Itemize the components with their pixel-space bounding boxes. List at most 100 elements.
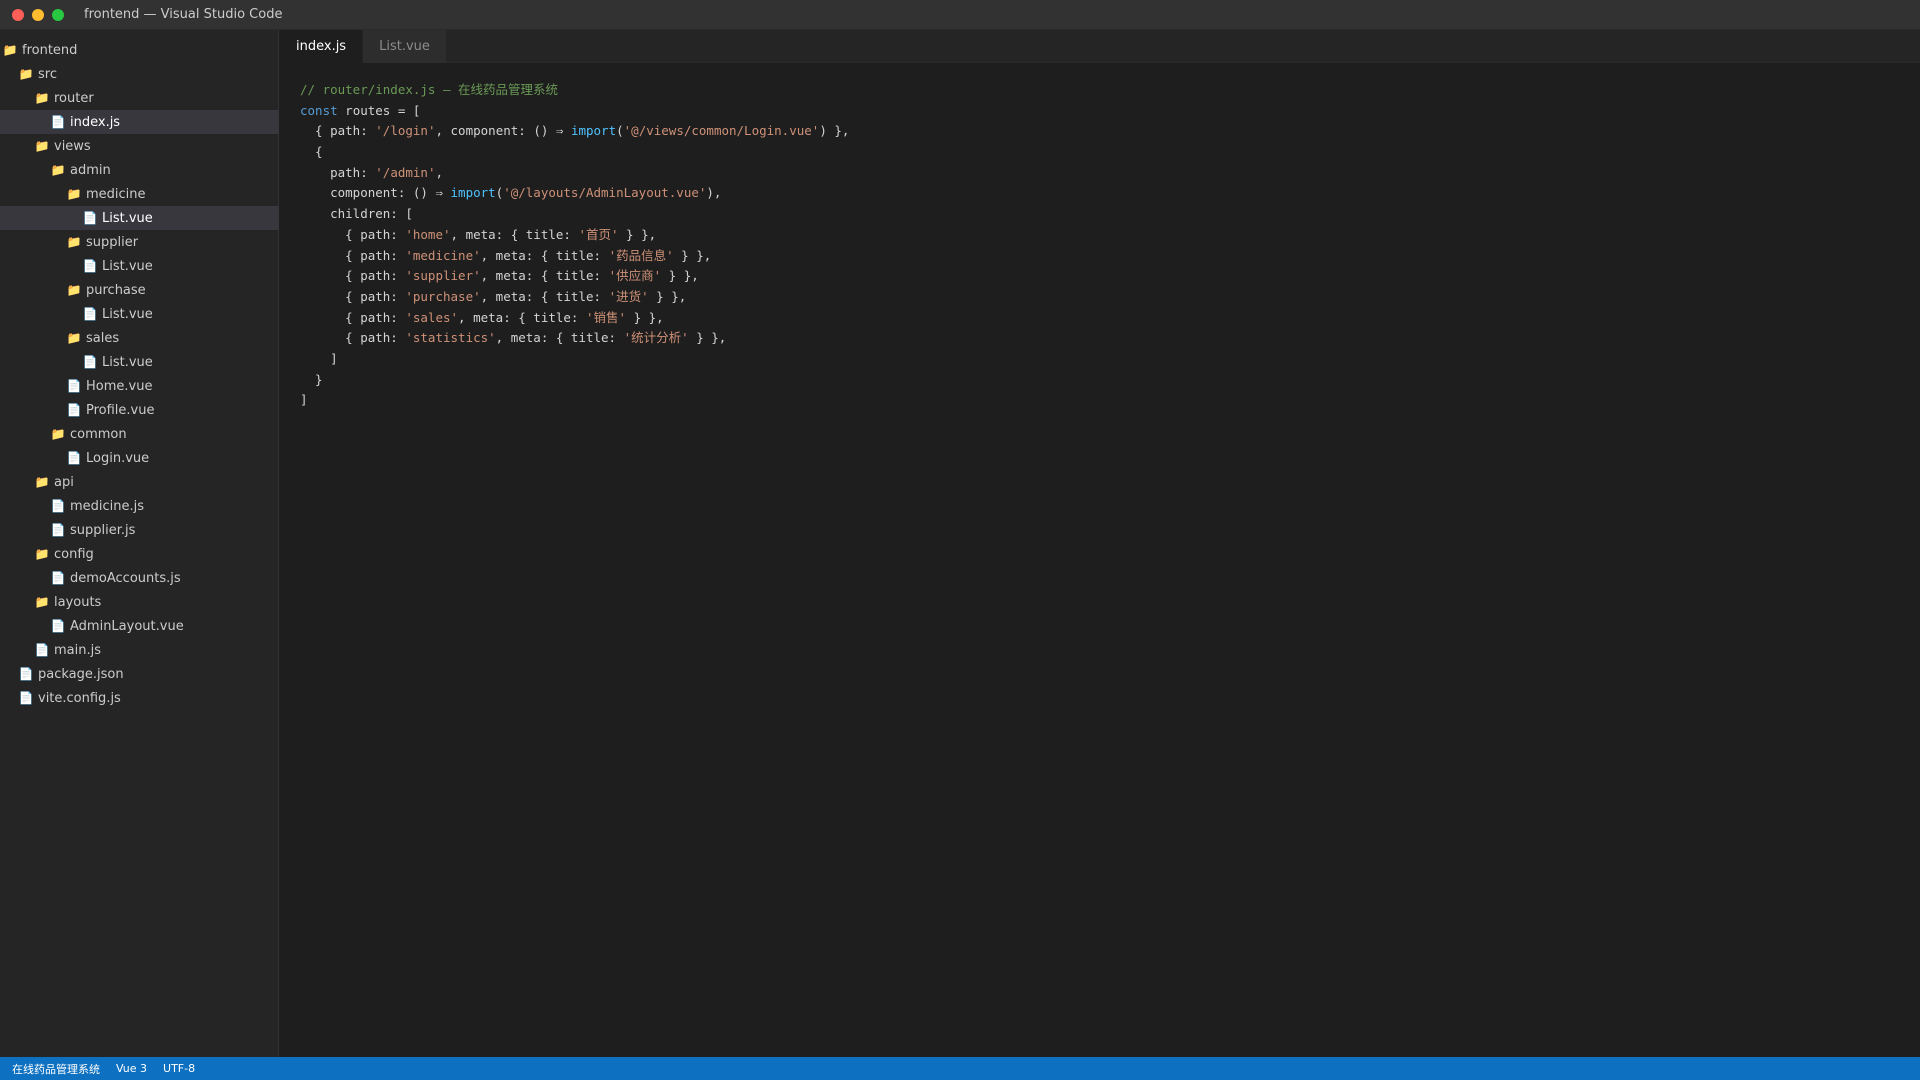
code-token: const — [300, 102, 338, 118]
code-token: { path: — [300, 268, 406, 284]
code-token: import — [570, 123, 617, 139]
explorer-file[interactable]: 📄 Home.vue — [0, 374, 279, 398]
folder-icon: 📁 — [18, 67, 34, 81]
code-token: '销售' — [585, 309, 627, 325]
code-line: { path: 'sales', meta: { title: '销售' } }… — [300, 308, 849, 329]
code-token: , meta: { title: — [495, 330, 624, 346]
code-line: { path: 'home', meta: { title: '首页' } }, — [300, 225, 849, 246]
status-encoding[interactable]: UTF-8 — [163, 1062, 195, 1075]
code-token: } }, — [648, 288, 687, 304]
close-window-button[interactable] — [12, 9, 24, 21]
code-token: '首页' — [578, 226, 619, 242]
code-line: component: () ⇒ import('@/layouts/AdminL… — [300, 183, 849, 204]
explorer-sidebar: 📁 frontend 📁 src 📁 router 📄 index.js 📁 views 📁 admi… — [0, 30, 279, 1057]
explorer-file[interactable]: 📄 List.vue — [0, 254, 279, 278]
explorer-folder[interactable]: 📁 layouts — [0, 590, 279, 614]
maximize-window-button[interactable] — [52, 9, 64, 21]
explorer-folder[interactable]: 📁 medicine — [0, 182, 279, 206]
explorer-folder[interactable]: 📁 views — [0, 134, 279, 158]
explorer-file[interactable]: 📄 demoAccounts.js — [0, 566, 279, 590]
code-token: '药品信息' — [608, 247, 674, 263]
code-token: { — [300, 144, 323, 160]
folder-icon: 📁 — [66, 187, 82, 201]
code-token: , meta: { title: — [480, 268, 609, 284]
code-token: } }, — [618, 226, 657, 242]
explorer-folder[interactable]: 📁 sales — [0, 326, 279, 350]
editor-tab[interactable]: index.js — [280, 30, 364, 63]
folder-icon: 📁 — [66, 331, 82, 345]
file-icon: 📄 — [50, 499, 66, 513]
file-icon: 📄 — [18, 691, 34, 705]
code-line: // router/index.js — 在线药品管理系统 — [300, 80, 849, 101]
explorer-folder[interactable]: 📁 admin — [0, 158, 279, 182]
explorer-folder[interactable]: 📁 common — [0, 422, 279, 446]
code-token: import — [450, 185, 496, 201]
status-project[interactable]: 在线药品管理系统 — [12, 1061, 100, 1077]
title-bar: frontend — Visual Studio Code — [0, 0, 1920, 30]
code-token: { path: — [300, 288, 406, 304]
code-line: { path: '/login', component: () ⇒ import… — [300, 121, 849, 142]
explorer-item-label: purchase — [86, 282, 146, 298]
editor-tab[interactable]: List.vue — [363, 30, 447, 63]
explorer-item-label: Home.vue — [86, 378, 153, 394]
status-framework[interactable]: Vue 3 — [116, 1062, 147, 1075]
explorer-file[interactable]: 📄 List.vue — [0, 302, 279, 326]
explorer-folder[interactable]: 📁 purchase — [0, 278, 279, 302]
code-line: } — [300, 370, 849, 391]
code-token: '统计分析' — [623, 330, 689, 346]
explorer-file[interactable]: 📄 vite.config.js — [0, 686, 279, 710]
explorer-folder[interactable]: 📁 frontend — [0, 38, 279, 62]
explorer-item-label: common — [70, 426, 127, 442]
explorer-file[interactable]: 📄 AdminLayout.vue — [0, 614, 279, 638]
explorer-file[interactable]: 📄 package.json — [0, 662, 279, 686]
explorer-item-label: layouts — [54, 594, 102, 610]
file-icon: 📄 — [50, 619, 66, 633]
code-editor[interactable]: // router/index.js — 在线药品管理系统 const route… — [280, 63, 1920, 1057]
explorer-file[interactable]: 📄 supplier.js — [0, 518, 279, 542]
code-line: { path: 'supplier', meta: { title: '供应商'… — [300, 266, 849, 287]
code-token: 'sales' — [405, 309, 459, 325]
explorer-item-label: views — [54, 138, 91, 154]
folder-icon: 📁 — [66, 235, 82, 249]
explorer-file[interactable]: 📄 medicine.js — [0, 494, 279, 518]
code-token: // router/index.js — 在线药品管理系统 — [300, 82, 559, 97]
explorer-item-label: package.json — [38, 666, 124, 682]
explorer-folder[interactable]: 📁 router — [0, 86, 279, 110]
code-token: , component: () ⇒ — [435, 123, 571, 139]
code-token: '@/views/common/Login.vue' — [623, 123, 820, 139]
explorer-file[interactable]: 📄 List.vue — [0, 206, 279, 230]
explorer-folder[interactable]: 📁 supplier — [0, 230, 279, 254]
code-token: component: () ⇒ — [300, 185, 451, 201]
file-icon: 📄 — [82, 355, 98, 369]
code-token: } }, — [661, 268, 699, 284]
code-line: { path: 'medicine', meta: { title: '药品信息… — [300, 246, 849, 267]
explorer-item-label: List.vue — [102, 354, 153, 370]
code-token: } }, — [626, 309, 664, 325]
code-token: , meta: { title: — [450, 226, 579, 242]
explorer-folder[interactable]: 📁 src — [0, 62, 279, 86]
explorer-item-label: supplier — [86, 234, 139, 250]
code-token: , meta: { title: — [458, 309, 586, 325]
editor-tabs: index.js List.vue — [280, 30, 1920, 63]
code-token: children: [ — [300, 206, 413, 222]
explorer-file[interactable]: 📄 index.js — [0, 110, 279, 134]
explorer-item-label: List.vue — [102, 258, 153, 274]
explorer-folder[interactable]: 📁 api — [0, 470, 279, 494]
explorer-item-label: AdminLayout.vue — [70, 618, 184, 634]
code-token: , meta: { title: — [480, 288, 609, 304]
code-token: { path: — [300, 247, 406, 263]
code-line: const routes = [ — [300, 101, 849, 122]
explorer-folder[interactable]: 📁 config — [0, 542, 279, 566]
explorer-item-label: Profile.vue — [86, 402, 155, 418]
folder-icon: 📁 — [66, 283, 82, 297]
window-title: frontend — Visual Studio Code — [84, 7, 283, 22]
explorer-file[interactable]: 📄 List.vue — [0, 350, 279, 374]
explorer-file[interactable]: 📄 main.js — [0, 638, 279, 662]
file-icon: 📄 — [34, 643, 50, 657]
code-token: '/login' — [375, 123, 436, 139]
minimize-window-button[interactable] — [32, 9, 44, 21]
explorer-file[interactable]: 📄 Profile.vue — [0, 398, 279, 422]
code-token: { path: — [300, 123, 376, 139]
explorer-item-label: main.js — [54, 642, 101, 658]
explorer-file[interactable]: 📄 Login.vue — [0, 446, 279, 470]
